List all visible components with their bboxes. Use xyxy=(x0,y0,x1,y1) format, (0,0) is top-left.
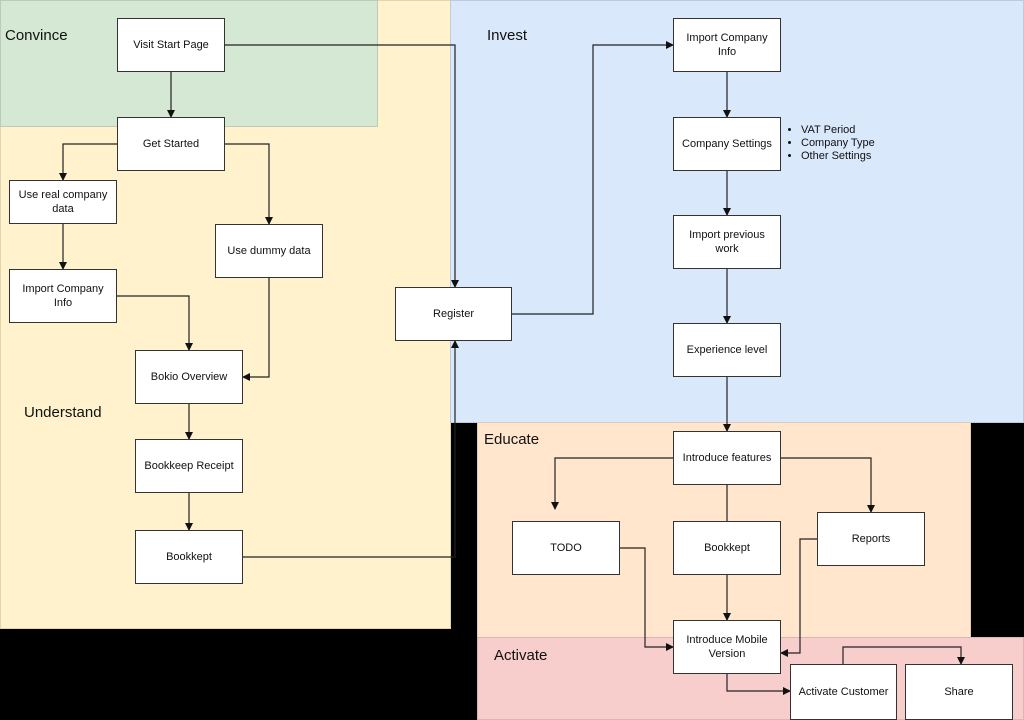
arrow-activate-share xyxy=(842,646,965,665)
arrow-register-import xyxy=(512,41,674,315)
arrow-features-reports xyxy=(781,457,875,513)
arrow-reports-mobile xyxy=(780,538,817,657)
node-bookkept-right: Bookkept xyxy=(673,521,781,575)
node-introduce-features: Introduce features xyxy=(673,431,781,485)
node-experience-level: Experience level xyxy=(673,323,781,377)
node-use-real-company-data: Use real company data xyxy=(9,180,117,224)
note-item: VAT Period xyxy=(801,124,875,137)
node-introduce-mobile-version: Introduce Mobile Version xyxy=(673,620,781,674)
node-share: Share xyxy=(905,664,1013,720)
node-bookkept-left: Bookkept xyxy=(135,530,243,584)
arrow-mobile-activate xyxy=(726,673,791,695)
node-get-started: Get Started xyxy=(117,117,225,171)
node-use-dummy-data: Use dummy data xyxy=(215,224,323,278)
company-settings-notes: VAT Period Company Type Other Settings xyxy=(788,124,875,163)
arrow-getstarted-real xyxy=(59,143,117,181)
arrow-import-bokio xyxy=(117,295,193,351)
arrow-dummy-bokio xyxy=(242,278,270,381)
arrow-features-todo xyxy=(551,457,673,510)
node-activate-customer: Activate Customer xyxy=(790,664,897,720)
arrow-getstarted-dummy xyxy=(225,143,273,225)
note-item: Company Type xyxy=(801,137,875,150)
node-visit-start-page: Visit Start Page xyxy=(117,18,225,72)
node-bookkeep-receipt: Bookkeep Receipt xyxy=(135,439,243,493)
note-item: Other Settings xyxy=(801,150,875,163)
node-import-company-info-right: Import Company Info xyxy=(673,18,781,72)
node-register: Register xyxy=(395,287,512,341)
node-import-company-info-left: Import Company Info xyxy=(9,269,117,323)
arrow-todo-mobile xyxy=(620,547,674,651)
node-todo: TODO xyxy=(512,521,620,575)
node-reports: Reports xyxy=(817,512,925,566)
node-import-previous-work: Import previous work xyxy=(673,215,781,269)
arrow-bookkept-register xyxy=(243,340,459,558)
node-company-settings: Company Settings xyxy=(673,117,781,171)
node-bokio-overview: Bokio Overview xyxy=(135,350,243,404)
